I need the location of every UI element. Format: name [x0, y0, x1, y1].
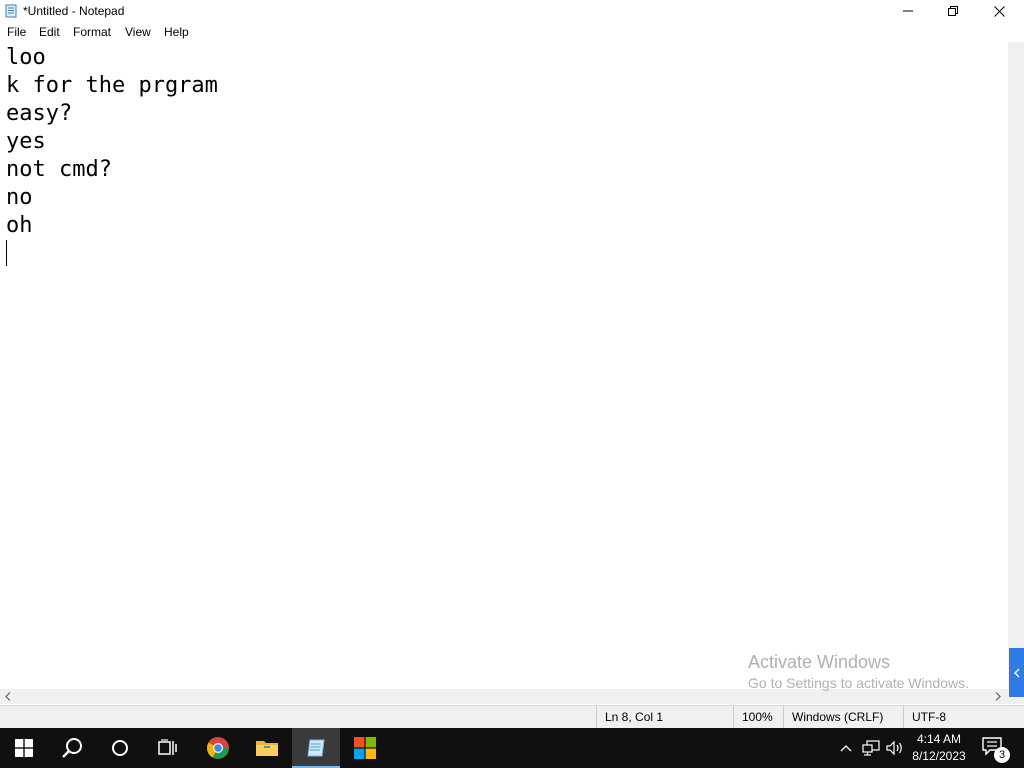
status-encoding: UTF-8 [903, 706, 1008, 729]
notepad-window: *Untitled - Notepad File Edit Format Vie… [0, 0, 1024, 729]
watermark-subtitle: Go to Settings to activate Windows. [748, 675, 969, 691]
menu-edit[interactable]: Edit [39, 25, 60, 39]
chevron-left-icon [1013, 667, 1020, 678]
text-caret [6, 240, 7, 266]
menu-format[interactable]: Format [73, 25, 111, 39]
notification-count-badge: 3 [994, 747, 1010, 763]
status-zoom: 100% [733, 706, 783, 729]
task-view-icon [158, 739, 177, 755]
horizontal-scrollbar[interactable] [0, 689, 1008, 704]
editor-line: k for the prgram [6, 73, 218, 98]
minimize-button[interactable] [885, 0, 931, 22]
editor-line: not cmd? [6, 157, 112, 182]
editor-line: oh [6, 213, 33, 238]
search-button[interactable] [48, 728, 96, 768]
text-editor[interactable]: loo k for the prgram easy? yes not cmd? … [0, 42, 1008, 689]
status-bar: Ln 8, Col 1 100% Windows (CRLF) UTF-8 [0, 705, 1024, 729]
taskbar-clock[interactable]: 4:14 AM 8/12/2023 [906, 731, 972, 765]
editor-line: loo [6, 45, 46, 70]
minimize-icon [903, 10, 913, 12]
file-explorer-button[interactable] [243, 728, 291, 768]
menu-view[interactable]: View [125, 25, 151, 39]
notepad-icon [307, 739, 325, 757]
side-panel-tab[interactable] [1009, 648, 1024, 697]
chrome-icon [207, 737, 229, 759]
store-icon [354, 737, 376, 759]
restore-icon [948, 6, 958, 16]
show-hidden-icons-icon[interactable] [836, 738, 856, 758]
close-icon [993, 5, 1005, 17]
folder-icon [256, 741, 278, 756]
editor-line: yes [6, 129, 46, 154]
notepad-taskbar-button[interactable] [292, 728, 340, 768]
volume-icon[interactable] [885, 738, 905, 758]
taskbar: 4:14 AM 8/12/2023 3 [0, 728, 1024, 768]
chrome-taskbar-button[interactable] [194, 728, 242, 768]
title-bar[interactable]: *Untitled - Notepad [0, 0, 1024, 22]
microsoft-store-button[interactable] [341, 728, 389, 768]
restore-button[interactable] [930, 0, 976, 22]
start-button[interactable] [0, 728, 48, 768]
menu-file[interactable]: File [7, 25, 26, 39]
task-view-button[interactable] [144, 728, 192, 768]
action-center-button[interactable]: 3 [982, 736, 1010, 763]
menu-bar: File Edit Format View Help [0, 22, 1024, 42]
status-cursor-position: Ln 8, Col 1 [596, 706, 733, 729]
activate-windows-watermark: Activate Windows Go to Settings to activ… [748, 652, 969, 691]
cortana-circle-icon [112, 740, 128, 756]
editor-line: easy? [6, 101, 73, 126]
menu-help[interactable]: Help [164, 25, 189, 39]
windows-logo-icon [15, 739, 33, 757]
window-title: *Untitled - Notepad [23, 4, 125, 18]
vertical-scrollbar[interactable] [1008, 42, 1024, 689]
scroll-right-icon[interactable] [995, 692, 1001, 703]
watermark-title: Activate Windows [748, 652, 891, 672]
close-button[interactable] [976, 0, 1022, 22]
search-icon [62, 738, 82, 758]
clock-time: 4:14 AM [916, 732, 962, 746]
clock-date: 8/12/2023 [912, 749, 966, 763]
scroll-left-icon[interactable] [5, 692, 11, 703]
notepad-icon [4, 4, 18, 18]
editor-line: no [6, 185, 33, 210]
status-line-ending: Windows (CRLF) [783, 706, 903, 729]
network-icon[interactable] [861, 738, 881, 758]
cortana-button[interactable] [96, 728, 144, 768]
